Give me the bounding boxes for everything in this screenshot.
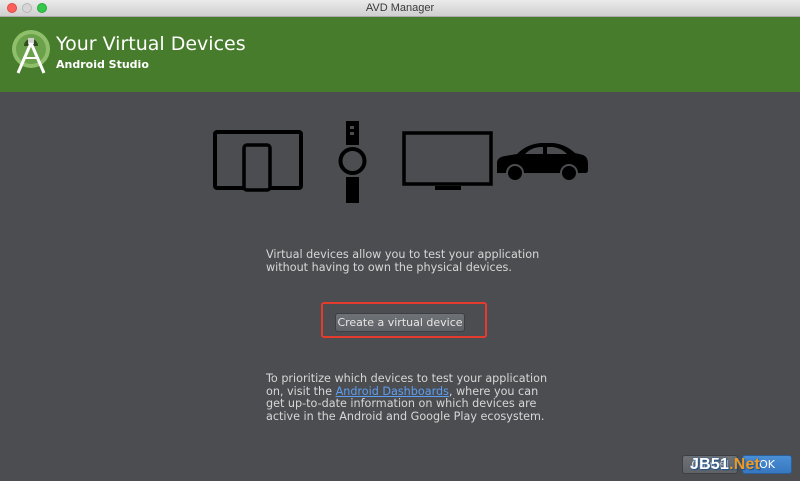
watermark-part: JB51	[690, 456, 730, 473]
info-text: To prioritize which devices to test your…	[266, 372, 547, 423]
android-dashboards-link[interactable]: Android Dashboards	[336, 385, 449, 398]
window-title: AVD Manager	[365, 2, 435, 14]
watermark-part: .Net	[729, 456, 761, 473]
android-studio-logo-icon	[12, 30, 50, 74]
info-text-prefix: on, visit the	[266, 384, 336, 398]
header-banner: Your Virtual Devices Android Studio	[0, 17, 800, 92]
page-subtitle: Android Studio	[56, 58, 149, 71]
intro-text: Virtual devices allow you to test your a…	[266, 248, 540, 274]
page-title: Your Virtual Devices	[56, 33, 246, 55]
car-icon	[497, 143, 588, 182]
tv-icon	[402, 131, 493, 190]
intro-line: without having to own the physical devic…	[266, 260, 512, 274]
create-virtual-device-button[interactable]: Create a virtual device	[335, 313, 465, 332]
info-text-suffix: , where you can	[448, 384, 539, 398]
tablet-icon	[213, 130, 303, 192]
watermark: JB51.Net	[690, 456, 760, 474]
info-line: get up-to-date information on which devi…	[266, 397, 537, 411]
intro-line: Virtual devices allow you to test your a…	[266, 248, 540, 261]
info-line: active in the Android and Google Play ec…	[266, 409, 545, 423]
window-titlebar: AVD Manager	[0, 0, 800, 17]
watch-icon	[338, 121, 367, 203]
